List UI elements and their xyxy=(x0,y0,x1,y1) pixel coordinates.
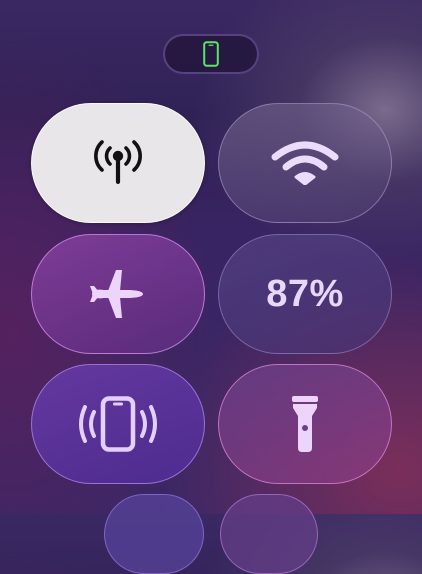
flashlight-toggle[interactable] xyxy=(218,364,392,484)
wifi-icon xyxy=(270,141,340,185)
battery-button[interactable]: 87% xyxy=(218,234,392,354)
airplane-mode-toggle[interactable] xyxy=(31,234,205,354)
control-tile-partial-right[interactable] xyxy=(220,494,318,574)
watch-device-indicator[interactable] xyxy=(163,34,259,74)
battery-percentage: 87% xyxy=(266,272,344,315)
cellular-antenna-icon xyxy=(88,139,148,187)
flashlight-icon xyxy=(290,395,320,453)
airplane-icon xyxy=(88,268,148,320)
cellular-toggle[interactable] xyxy=(31,103,205,223)
iphone-icon xyxy=(203,41,219,67)
control-tile-partial-left[interactable] xyxy=(104,494,204,574)
silent-mode-toggle[interactable] xyxy=(31,364,205,484)
wifi-toggle[interactable] xyxy=(218,103,392,223)
vibrate-phone-icon xyxy=(76,396,160,452)
